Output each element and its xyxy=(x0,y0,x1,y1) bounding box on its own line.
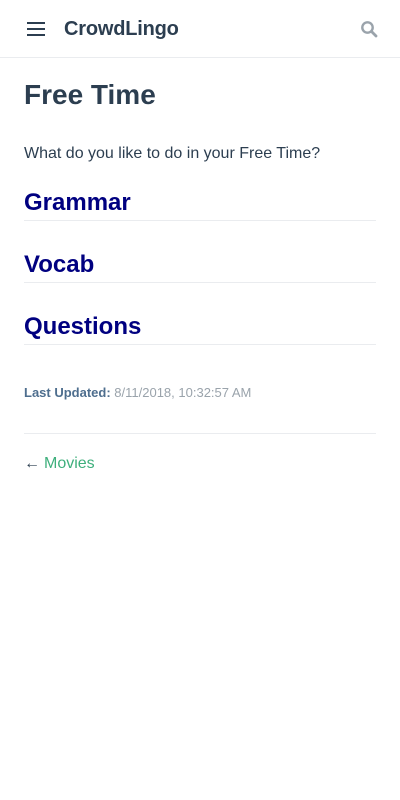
site-name-link[interactable]: CrowdLingo xyxy=(64,16,179,42)
prev-page-link[interactable]: ← Movies xyxy=(24,454,95,474)
last-updated-label: Last Updated: xyxy=(24,385,111,400)
section-link-grammar[interactable]: Grammar xyxy=(24,188,376,221)
page-nav: ← Movies xyxy=(24,433,376,474)
section-link-vocab[interactable]: Vocab xyxy=(24,250,376,283)
last-updated: Last Updated: 8/11/2018, 10:32:57 AM xyxy=(24,384,376,402)
search-icon[interactable] xyxy=(360,20,378,38)
last-updated-time: 8/11/2018, 10:32:57 AM xyxy=(114,385,252,400)
prev-page-label: Movies xyxy=(44,455,95,472)
section-link-questions[interactable]: Questions xyxy=(24,312,376,345)
page-title: Free Time xyxy=(24,79,156,110)
hamburger-menu-icon[interactable] xyxy=(24,17,48,41)
navbar: CrowdLingo xyxy=(0,0,400,58)
page-content: Free Time What do you like to do in your… xyxy=(0,78,400,474)
page-intro: What do you like to do in your Free Time… xyxy=(24,145,321,162)
arrow-left-icon: ← xyxy=(24,455,40,472)
